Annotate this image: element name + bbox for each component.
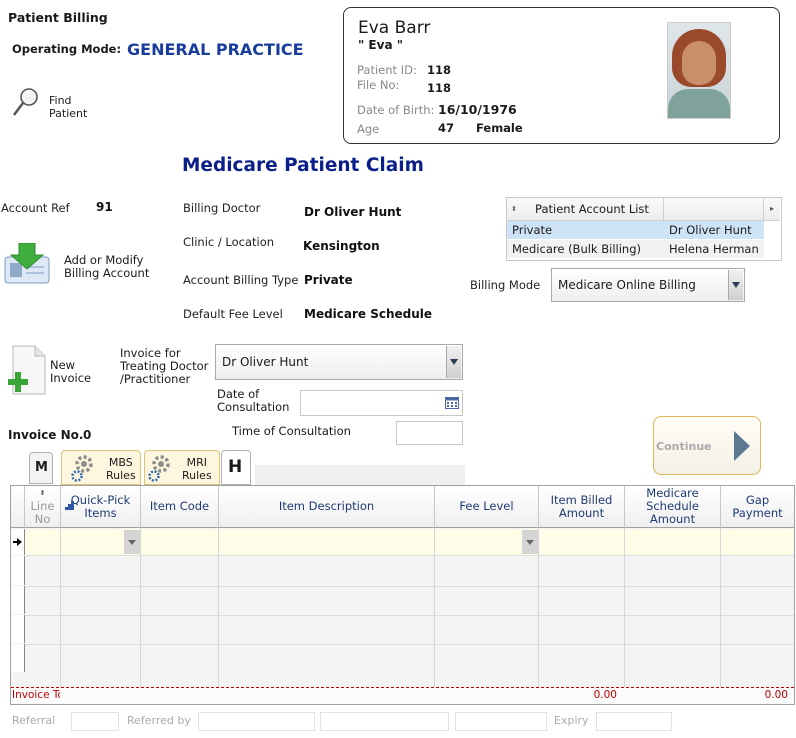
add-modify-label: Add or Modify Billing Account <box>64 253 150 280</box>
expiry-label: Expiry <box>554 714 589 727</box>
account-row[interactable]: Private <box>507 221 664 239</box>
chevron-down-icon[interactable] <box>446 346 461 378</box>
account-list-header[interactable]: Patient Account List <box>521 198 664 221</box>
footer-gap-total: 0.00 <box>764 689 788 701</box>
h-button[interactable]: H <box>221 450 251 485</box>
chevron-down-icon[interactable] <box>728 270 743 300</box>
calendar-icon[interactable] <box>445 396 459 409</box>
scroll-right-icon[interactable]: ▸ <box>764 198 780 221</box>
row-selector[interactable] <box>11 644 25 672</box>
fee-level-dropdown[interactable] <box>522 530 538 554</box>
file-no-value: 118 <box>427 81 452 95</box>
billing-doctor-value: Dr Oliver Hunt <box>304 205 402 219</box>
clinic-label: Clinic / Location <box>183 235 275 249</box>
col-item-code[interactable]: Item Code <box>141 486 219 528</box>
age-value: 47 <box>438 121 455 135</box>
tab-mbs-rules[interactable]: MBS Rules <box>61 450 141 485</box>
patient-account-list[interactable]: ⬍ Patient Account List ▸ Private Dr Oliv… <box>506 197 782 261</box>
sex-value: Female <box>476 121 523 135</box>
file-no-label: File No: <box>357 78 400 92</box>
billing-type-value: Private <box>304 273 353 287</box>
row-selector[interactable] <box>11 586 25 614</box>
continue-button[interactable]: Continue <box>653 416 761 475</box>
find-patient-label: Find Patient <box>49 94 88 120</box>
continue-label: Continue <box>656 440 712 453</box>
invoice-items-grid[interactable]: ⬍ Line No Quick-Pick Items Item Code Item D… <box>10 485 795 705</box>
gear-icon <box>71 455 93 482</box>
referral-label: Referral <box>12 714 56 727</box>
claim-title: Medicare Patient Claim <box>182 155 424 176</box>
patient-nickname: " Eva " <box>358 38 403 52</box>
col-item-billed[interactable]: Item Billed Amount <box>539 486 625 528</box>
date-consultation-label: Date of Consultation <box>217 387 290 414</box>
patient-id-value: 118 <box>427 63 452 77</box>
billing-account-icon <box>4 243 50 284</box>
gear-icon <box>148 455 170 482</box>
col-item-description[interactable]: Item Description <box>219 486 435 528</box>
footer-label: Invoice To <box>12 689 60 701</box>
row-selector-current[interactable] <box>11 529 25 555</box>
account-row-doctor[interactable]: Helena Herman <box>664 240 764 258</box>
treating-doctor-select[interactable]: Dr Oliver Hunt <box>215 344 463 380</box>
invoice-no-value: 0 <box>83 428 92 442</box>
page-header-title: Patient Billing <box>8 10 108 25</box>
quick-pick-grid-icon <box>65 501 74 510</box>
account-ref-value: 91 <box>96 200 113 214</box>
row-selector[interactable] <box>11 556 25 585</box>
account-list-header-doctor[interactable] <box>664 198 764 221</box>
new-document-icon <box>8 345 46 395</box>
time-consultation-input[interactable] <box>396 421 463 445</box>
add-modify-account-button[interactable]: Add or Modify Billing Account <box>2 243 152 287</box>
patient-photo <box>667 22 731 119</box>
operating-mode-label: Operating Mode: <box>12 42 122 56</box>
find-patient-button[interactable]: Find Patient <box>10 86 90 122</box>
date-consultation-input[interactable] <box>300 390 463 416</box>
grid-footer <box>11 687 794 704</box>
magnifier-icon <box>13 88 38 116</box>
clinic-value: Kensington <box>303 239 380 253</box>
arrow-right-icon <box>734 431 750 461</box>
account-ref-label: Account Ref <box>1 201 70 215</box>
col-gap-payment[interactable]: Gap Payment <box>721 486 794 528</box>
footer-billed-total: 0.00 <box>593 689 617 701</box>
new-invoice-label: New Invoice <box>50 358 92 385</box>
sort-icon[interactable]: ⬍ <box>507 198 522 221</box>
col-fee-level[interactable]: Fee Level <box>435 486 539 528</box>
billing-type-label: Account Billing Type <box>183 273 299 287</box>
referral-input[interactable] <box>71 712 119 731</box>
referral-date-input[interactable] <box>455 712 547 731</box>
expiry-input[interactable] <box>596 712 672 731</box>
referred-by-input[interactable] <box>198 712 315 731</box>
dob-value: 16/10/1976 <box>438 102 517 117</box>
row-selector[interactable] <box>11 615 25 643</box>
fee-level-label: Default Fee Level <box>183 307 283 321</box>
operating-mode-value: GENERAL PRACTICE <box>127 40 304 59</box>
new-invoice-button[interactable]: New Invoice <box>7 345 97 397</box>
col-schedule-amount[interactable]: Medicare Schedule Amount <box>625 486 721 528</box>
billing-mode-select[interactable]: Medicare Online Billing <box>551 268 745 302</box>
account-row[interactable]: Medicare (Bulk Billing) <box>507 240 664 258</box>
billing-mode-label: Billing Mode <box>470 278 541 292</box>
invoice-for-label: Invoice for Treating Doctor/Practitioner <box>120 346 209 386</box>
quick-pick-dropdown[interactable] <box>124 530 140 554</box>
patient-name: Eva Barr <box>358 18 431 38</box>
patient-id-label: Patient ID: <box>357 63 417 77</box>
time-consultation-label: Time of Consultation <box>232 424 351 438</box>
row-pointer-icon <box>13 538 22 546</box>
account-row-doctor[interactable]: Dr Oliver Hunt <box>664 221 764 239</box>
m-button[interactable]: M <box>29 452 53 484</box>
billing-doctor-label: Billing Doctor <box>183 201 261 215</box>
referred-by-details-input[interactable] <box>320 712 449 731</box>
age-label: Age <box>357 122 380 136</box>
dob-label: Date of Birth: <box>357 103 435 117</box>
referred-by-label: Referred by <box>127 714 191 727</box>
col-line-no[interactable]: ⬍ Line No <box>25 486 61 528</box>
invoice-no-label: Invoice No. <box>8 428 84 442</box>
tab-mri-rules[interactable]: MRI Rules <box>144 450 220 485</box>
fee-level-value: Medicare Schedule <box>304 307 433 321</box>
